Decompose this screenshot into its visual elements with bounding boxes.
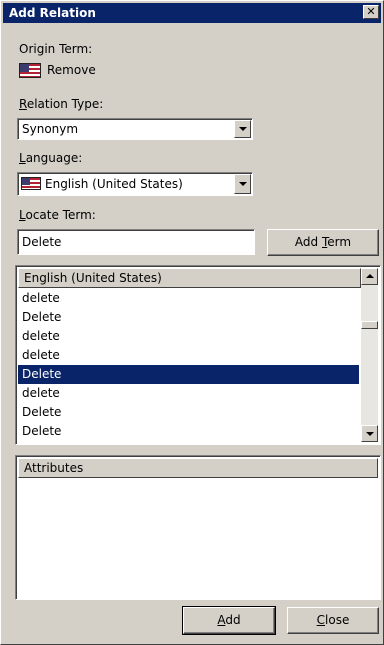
list-item-selected[interactable]: Delete [18, 365, 359, 384]
terms-listbox[interactable]: English (United States) delete Delete de… [15, 265, 381, 445]
language-label: Language: [19, 151, 83, 165]
list-item[interactable]: delete [18, 346, 359, 365]
list-item[interactable]: delete [18, 289, 359, 308]
language-select[interactable]: English (United States) [17, 172, 253, 196]
terms-column-header[interactable]: English (United States) [18, 268, 361, 288]
origin-term-label: Origin Term: [19, 42, 93, 56]
window-title: Add Relation [9, 6, 96, 20]
title-bar[interactable]: Add Relation ✕ [3, 3, 381, 23]
relation-type-label: Relation Type: [19, 97, 104, 111]
add-button[interactable]: Add [182, 606, 276, 635]
terms-rows: delete Delete delete delete Delete delet… [18, 289, 359, 441]
attributes-column-header[interactable]: Attributes [18, 458, 378, 478]
terms-scrollbar[interactable] [361, 268, 378, 442]
close-button[interactable]: Close [287, 607, 379, 634]
language-value: English (United States) [45, 177, 183, 191]
chevron-down-icon [239, 182, 247, 186]
close-icon[interactable]: ✕ [363, 5, 379, 19]
add-relation-dialog: Add Relation ✕ Origin Term: Remove Relat… [0, 0, 384, 645]
attributes-listbox[interactable]: Attributes [15, 455, 381, 600]
list-item[interactable]: Delete [18, 308, 359, 327]
list-item[interactable]: delete [18, 327, 359, 346]
scroll-up-button[interactable] [361, 268, 378, 285]
language-dropdown-button[interactable] [234, 174, 251, 194]
chevron-down-icon [366, 432, 374, 436]
scroll-thumb[interactable] [361, 321, 378, 329]
origin-term-value: Remove [47, 63, 96, 77]
us-flag-icon [19, 63, 41, 78]
relation-type-value: Synonym [22, 122, 79, 136]
chevron-down-icon [239, 127, 247, 131]
list-item[interactable]: Delete [18, 422, 359, 441]
relation-type-dropdown-button[interactable] [234, 120, 251, 138]
locate-term-input[interactable] [17, 229, 255, 255]
relation-type-select[interactable]: Synonym [17, 118, 253, 140]
us-flag-icon [21, 177, 41, 190]
add-term-button[interactable]: Add Term [267, 229, 379, 256]
list-item[interactable]: delete [18, 384, 359, 403]
list-item[interactable]: Delete [18, 403, 359, 422]
scroll-down-button[interactable] [361, 425, 378, 442]
locate-term-label: Locate Term: [19, 208, 96, 222]
chevron-up-icon [366, 274, 374, 278]
